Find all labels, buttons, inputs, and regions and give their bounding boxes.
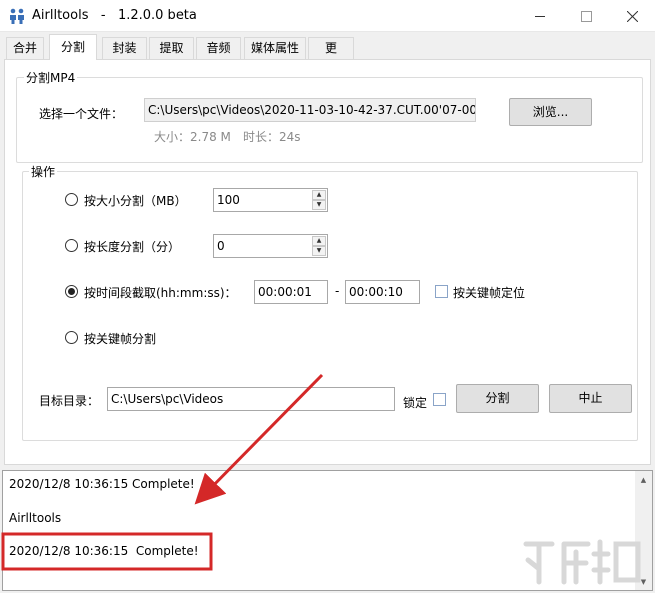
annotation-overlay (1, 373, 324, 571)
annotation-highlight-box (1, 532, 213, 571)
annotation-arrow (194, 373, 324, 505)
tab-split[interactable]: 分割 (49, 34, 97, 60)
